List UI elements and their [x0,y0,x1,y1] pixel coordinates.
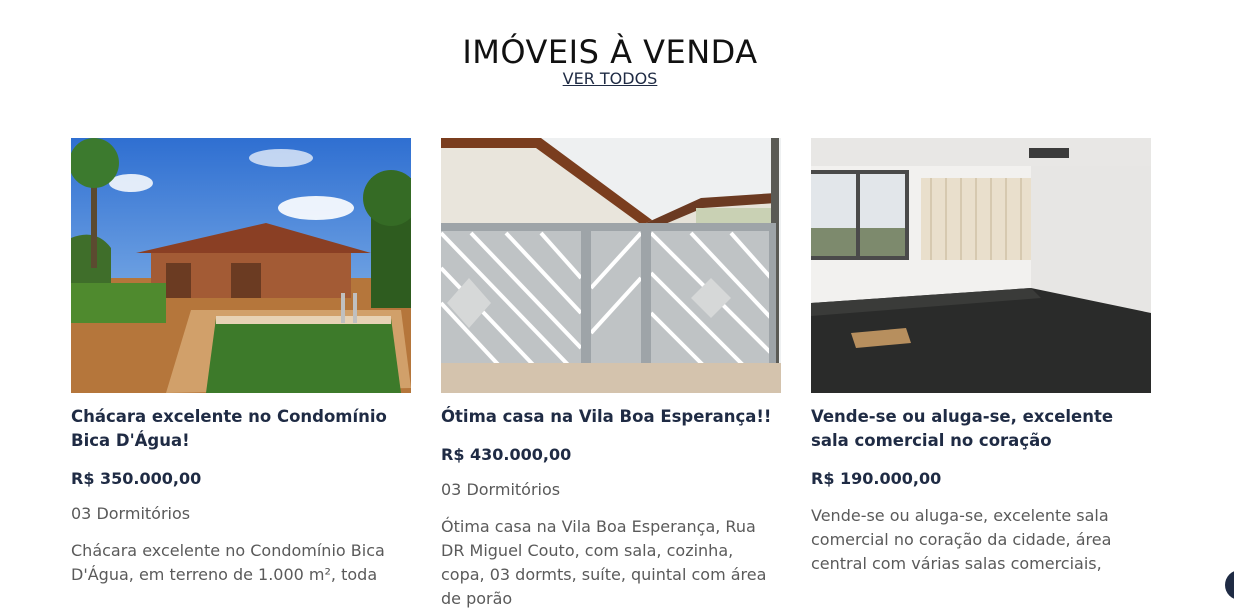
chat-launcher-button[interactable] [1225,570,1234,600]
listing-photo-house-gate[interactable] [441,138,781,393]
listing-price: R$ 430.000,00 [441,445,572,464]
listing-photo-empty-office[interactable] [811,138,1151,393]
listing-title[interactable]: Ótima casa na Vila Boa Esperança!! [441,405,781,429]
listing-title[interactable]: Vende-se ou aluga-se, excelente sala com… [811,405,1151,453]
section-title: IMÓVEIS À VENDA [462,33,758,72]
listing-rooms: 03 Dormitórios [71,504,191,523]
see-all-link[interactable]: VER TODOS [563,69,658,88]
listing-card[interactable]: Chácara excelente no Condomínio Bica D'Á… [71,138,411,587]
listing-description: Ótima casa na Vila Boa Esperança, Rua DR… [441,517,767,608]
listing-price: R$ 190.000,00 [811,469,942,488]
listing-description: Vende-se ou aluga-se, excelente sala com… [811,506,1112,573]
listing-card[interactable]: Vende-se ou aluga-se, excelente sala com… [811,138,1151,576]
see-all-link-wrap: VER TODOS [0,69,1220,88]
listing-rooms: 03 Dormitórios [441,480,561,499]
listing-photo-pool-house[interactable] [71,138,411,393]
listing-price: R$ 350.000,00 [71,469,202,488]
listing-description: Chácara excelente no Condomínio Bica D'Á… [71,541,385,584]
listing-card[interactable]: Ótima casa na Vila Boa Esperança!! R$ 43… [441,138,781,611]
listing-title[interactable]: Chácara excelente no Condomínio Bica D'Á… [71,405,411,453]
